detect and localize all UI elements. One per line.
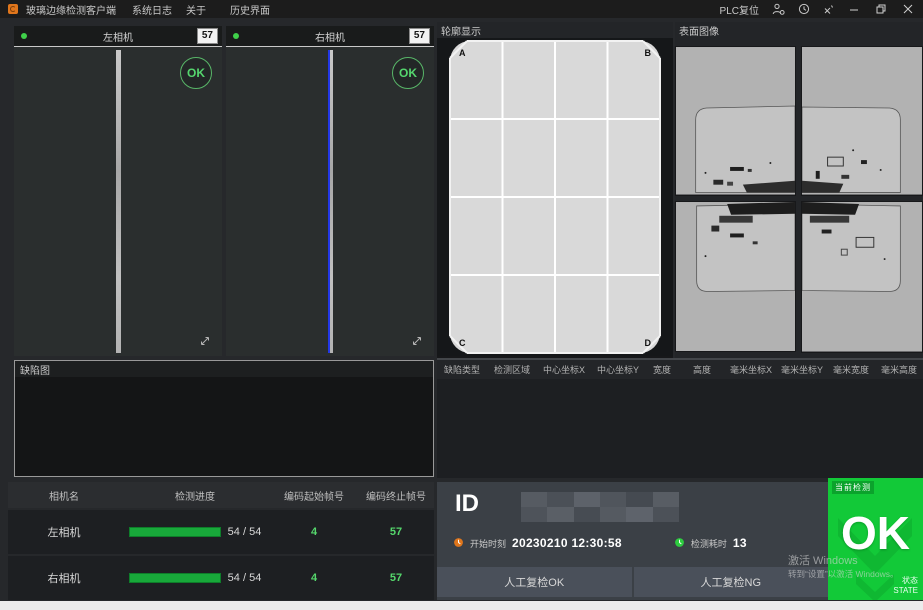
camera-name: 左相机 <box>8 524 120 540</box>
duration-value: 13 <box>733 536 747 550</box>
bottom-edge-strip <box>0 601 923 610</box>
col-mm-width: 毫米宽度 <box>827 363 875 376</box>
corner-label-d: D <box>645 338 652 348</box>
col-mm-height: 毫米高度 <box>875 363 923 376</box>
result-ok-text: OK <box>828 510 923 556</box>
col-end-frame: 编码终止帧号 <box>358 488 434 503</box>
right-camera-panel: 右相机 57 OK <box>226 26 434 356</box>
glass-edge-strip <box>328 50 333 353</box>
manual-recheck-ng-button[interactable]: 人工复检NG <box>634 567 829 597</box>
start-frame-value: 4 <box>270 572 358 584</box>
table-row[interactable]: 右相机 54 / 54 4 57 <box>8 556 434 600</box>
col-detect-region: 检测区域 <box>487 363 537 376</box>
defect-table-body[interactable] <box>437 379 923 478</box>
col-defect-type: 缺陷类型 <box>437 363 487 376</box>
surface-panel: 表面图像 <box>675 22 923 358</box>
surface-panel-title: 表面图像 <box>675 22 923 38</box>
surface-image-bottom-left[interactable] <box>675 201 796 352</box>
defect-table-header: 缺陷类型 检测区域 中心坐标X 中心坐标Y 宽度 高度 毫米坐标X 毫米坐标Y … <box>437 360 923 379</box>
progress-text: 54 / 54 <box>228 572 262 584</box>
title-bar: 玻璃边缘检测客户端 系统日志 关于 历史界面 PLC复位 <box>0 0 923 18</box>
glass-contour-display: A B C D <box>437 38 673 356</box>
detection-result-badge: 当前检测 OK 状态 STATE <box>828 478 923 600</box>
col-progress: 检测进度 <box>120 488 270 503</box>
app-logo-icon <box>8 4 18 14</box>
progress-text: 54 / 54 <box>228 526 262 538</box>
col-height: 高度 <box>679 363 725 376</box>
left-camera-panel: 左相机 57 OK <box>14 26 222 356</box>
camera-name: 右相机 <box>8 570 120 586</box>
col-center-y: 中心坐标Y <box>591 363 645 376</box>
start-time-icon <box>453 537 464 550</box>
right-camera-title: 右相机 <box>226 29 434 44</box>
state-cn: 状态 <box>902 576 918 585</box>
left-camera-title: 左相机 <box>14 29 222 44</box>
contour-panel: 轮廓显示 A B C D <box>437 22 673 358</box>
defect-table: 缺陷类型 检测区域 中心坐标X 中心坐标Y 宽度 高度 毫米坐标X 毫米坐标Y … <box>437 358 923 478</box>
contour-panel-title: 轮廓显示 <box>437 22 673 38</box>
start-frame-value: 4 <box>270 526 358 538</box>
right-camera-image[interactable]: OK <box>226 46 434 356</box>
col-center-x: 中心坐标X <box>537 363 591 376</box>
menu-history[interactable]: 历史界面 <box>230 2 270 17</box>
corner-label-b: B <box>645 48 652 58</box>
minimize-button[interactable] <box>847 2 861 16</box>
surface-image-bottom-right[interactable] <box>801 201 923 353</box>
camera-status-dot <box>233 33 239 39</box>
camera-status-dot <box>21 33 27 39</box>
duration-icon <box>674 537 685 550</box>
right-camera-ok-badge: OK <box>392 57 424 89</box>
surface-image-top-right[interactable] <box>801 46 923 196</box>
state-en: STATE <box>893 586 918 595</box>
surface-image-top-left[interactable] <box>675 46 796 196</box>
duration-label: 检测耗时 <box>691 537 727 550</box>
menu-about[interactable]: 关于 <box>186 2 206 17</box>
defect-image-title: 缺陷图 <box>15 361 433 377</box>
left-camera-image[interactable]: OK <box>14 46 222 356</box>
menu-bar: 系统日志 关于 历史界面 <box>132 2 270 17</box>
manual-recheck-ok-button[interactable]: 人工复检OK <box>437 567 632 597</box>
app-title: 玻璃边缘检测客户端 <box>26 2 116 17</box>
expand-icon[interactable] <box>410 334 424 348</box>
result-panel: ID 开始时刻 20230210 12:30:58 检测耗时 13 人工复检OK… <box>437 482 828 600</box>
camera-table-header: 相机名 检测进度 编码起始帧号 编码终止帧号 <box>8 482 434 508</box>
left-camera-ok-badge: OK <box>180 57 212 89</box>
start-time-value: 20230210 12:30:58 <box>512 536 622 550</box>
expand-icon[interactable] <box>198 334 212 348</box>
col-mm-y: 毫米坐标Y <box>777 363 827 376</box>
right-camera-frame-count: 57 <box>409 28 430 44</box>
close-button[interactable] <box>901 2 915 16</box>
restore-button[interactable] <box>874 2 888 16</box>
table-row[interactable]: 左相机 54 / 54 4 57 <box>8 510 434 554</box>
left-camera-frame-count: 57 <box>197 28 218 44</box>
right-camera-header: 右相机 57 <box>226 26 434 46</box>
end-frame-value: 57 <box>358 526 434 538</box>
progress-bar <box>129 573 221 583</box>
progress-bar <box>129 527 221 537</box>
corner-label-a: A <box>459 48 466 58</box>
clock-icon[interactable] <box>798 3 810 15</box>
id-label: ID <box>455 490 479 518</box>
surface-image-grid <box>675 38 923 353</box>
left-camera-header: 左相机 57 <box>14 26 222 46</box>
corner-label-c: C <box>459 338 466 348</box>
defect-image-panel: 缺陷图 <box>14 360 434 477</box>
start-time-label: 开始时刻 <box>470 537 506 550</box>
end-frame-value: 57 <box>358 572 434 584</box>
glass-edge-inspection-app: 玻璃边缘检测客户端 系统日志 关于 历史界面 PLC复位 <box>0 0 923 610</box>
glass-edge-strip <box>116 50 121 353</box>
scale-icon[interactable] <box>823 4 834 15</box>
plc-reset-button[interactable]: PLC复位 <box>720 2 759 17</box>
menu-system-log[interactable]: 系统日志 <box>132 2 172 17</box>
user-icon[interactable] <box>772 3 785 15</box>
badge-state-label: 状态 STATE <box>893 576 918 596</box>
col-mm-x: 毫米坐标X <box>725 363 777 376</box>
col-width: 宽度 <box>645 363 679 376</box>
col-start-frame: 编码起始帧号 <box>270 488 358 503</box>
camera-progress-table: 相机名 检测进度 编码起始帧号 编码终止帧号 左相机 54 / 54 4 57 … <box>8 482 434 600</box>
col-camera-name: 相机名 <box>8 488 120 503</box>
badge-title: 当前检测 <box>832 481 874 494</box>
id-value-redacted <box>521 492 679 522</box>
